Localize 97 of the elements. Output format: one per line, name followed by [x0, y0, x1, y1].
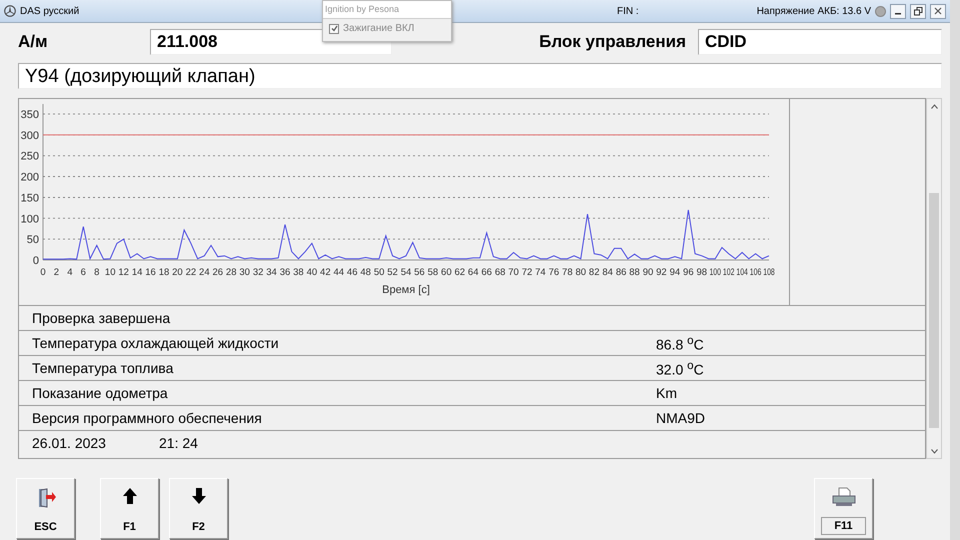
x-tick-label: 62 [454, 267, 466, 278]
x-tick-label: 64 [468, 267, 478, 278]
up-button[interactable]: F1 [100, 478, 159, 539]
x-tick-label: 108 [763, 267, 780, 278]
y-tick-label: 50 [26, 234, 39, 246]
status-light-icon [875, 6, 886, 16]
parameter-value: 32.0 $^{o}$C [656, 358, 704, 378]
battery-voltage: Напряжение АКБ: 13.6 V [756, 6, 871, 16]
window-title: DAS русский [20, 6, 80, 16]
fin-label: FIN : [617, 6, 639, 16]
parameter-value: NMA9D [656, 410, 706, 426]
x-tick-label: 66 [481, 267, 492, 278]
x-tick-label: 74 [535, 267, 546, 278]
x-tick-label: 10 [104, 267, 116, 278]
close-icon [934, 7, 942, 15]
down-button[interactable]: F2 [169, 478, 228, 539]
close-button[interactable] [930, 4, 946, 18]
x-tick-label: 72 [522, 267, 532, 278]
x-tick-label: 54 [400, 267, 412, 278]
x-tick-label: 30 [239, 267, 250, 278]
parameter-label: Проверка завершена [32, 310, 172, 326]
printer-icon [832, 487, 856, 507]
restore-button[interactable] [910, 4, 926, 18]
vehicle-label: А/м [18, 32, 49, 52]
esc-button[interactable]: ESC [16, 478, 75, 539]
up-arrow-icon [122, 487, 138, 505]
y-tick-label: 150 [20, 192, 39, 204]
scrollbar-thumb[interactable] [929, 193, 939, 428]
x-tick-label: 26 [212, 267, 224, 278]
x-tick-label: 86 [616, 267, 626, 278]
x-tick-label: 6 [80, 267, 86, 278]
parameter-label: Показание одометра [32, 385, 169, 401]
x-tick-label: 92 [656, 267, 667, 278]
x-tick-label: 2 [54, 267, 60, 278]
star-logo-icon [4, 5, 16, 17]
x-tick-label: 58 [428, 267, 438, 278]
parameter-label: Температура охлаждающей жидкости [32, 335, 280, 351]
x-tick-label: 80 [576, 267, 586, 278]
down-arrow-icon [190, 487, 206, 505]
component-field[interactable]: Y94 (дозирующий клапан) [18, 63, 942, 89]
restore-icon [914, 6, 922, 16]
y-tick-label: 350 [20, 109, 39, 121]
print-button[interactable]: F11 [814, 478, 873, 539]
x-tick-label: 60 [441, 267, 452, 278]
x-tick-label: 28 [226, 267, 236, 278]
x-tick-label: 38 [293, 267, 304, 278]
x-tick-label: 76 [548, 267, 560, 278]
x-tick-label: 50 [374, 267, 384, 278]
x-tick-label: 24 [199, 267, 210, 278]
x-tick-label: 22 [186, 267, 196, 278]
parameter-value: 86.8 $^{o}$C [656, 334, 704, 352]
y-tick-label: 200 [20, 172, 39, 184]
popup-title: Ignition by Pesona [323, 1, 451, 19]
x-tick-label: 18 [158, 267, 170, 278]
x-tick-label: 46 [346, 267, 358, 278]
x-tick-label: 36 [280, 267, 290, 278]
y-tick-label: 100 [20, 213, 39, 226]
x-tick-label: 88 [629, 267, 640, 278]
control-unit-label: Блок управления [539, 32, 686, 52]
x-tick-label: 56 [414, 267, 425, 278]
y-tick-label: 250 [20, 150, 39, 163]
x-tick-label: 32 [252, 267, 264, 278]
x-tick-label: 8 [94, 267, 100, 278]
control-unit-field[interactable]: CDID [698, 29, 942, 55]
x-tick-label: 84 [602, 267, 613, 278]
x-tick-label: 34 [266, 267, 277, 278]
x-tick-label: 90 [642, 267, 654, 278]
minimize-button[interactable] [890, 4, 906, 18]
x-tick-label: 42 [320, 267, 331, 278]
scrollbar[interactable] [926, 98, 942, 459]
x-tick-label: 4 [67, 267, 73, 278]
x-tick-label: 12 [118, 267, 129, 278]
time-text: 21: 24 [159, 435, 198, 451]
x-tick-label: 16 [145, 267, 156, 278]
parameter-value: Km [656, 385, 677, 401]
x-tick-label: 0 [40, 267, 46, 278]
parameter-label: Температура топлива [32, 360, 174, 376]
y-tick-label: 0 [32, 255, 39, 267]
scroll-down-icon [930, 448, 938, 454]
x-tick-label: 68 [494, 267, 506, 278]
x-tick-label: 98 [696, 267, 708, 278]
x-tick-label: 94 [670, 267, 680, 278]
x-tick-label: 20 [172, 267, 183, 278]
x-tick-label: 14 [132, 267, 142, 278]
x-tick-label: 44 [334, 267, 344, 278]
x-axis-title: Время [с] [382, 284, 430, 296]
date-text: 26.01. 2023 [32, 435, 107, 451]
parameter-label: Версия программного обеспечения [32, 410, 263, 426]
x-tick-label: 70 [508, 267, 519, 278]
x-tick-label: 78 [562, 267, 573, 278]
x-tick-label: 40 [306, 267, 318, 278]
x-tick-label: 96 [683, 267, 694, 278]
x-tick-label: 52 [387, 267, 398, 278]
x-tick-label: 48 [360, 267, 371, 278]
x-tick-label: 82 [588, 267, 600, 278]
scroll-up-icon [930, 104, 938, 108]
y-tick-label: 300 [20, 130, 39, 142]
